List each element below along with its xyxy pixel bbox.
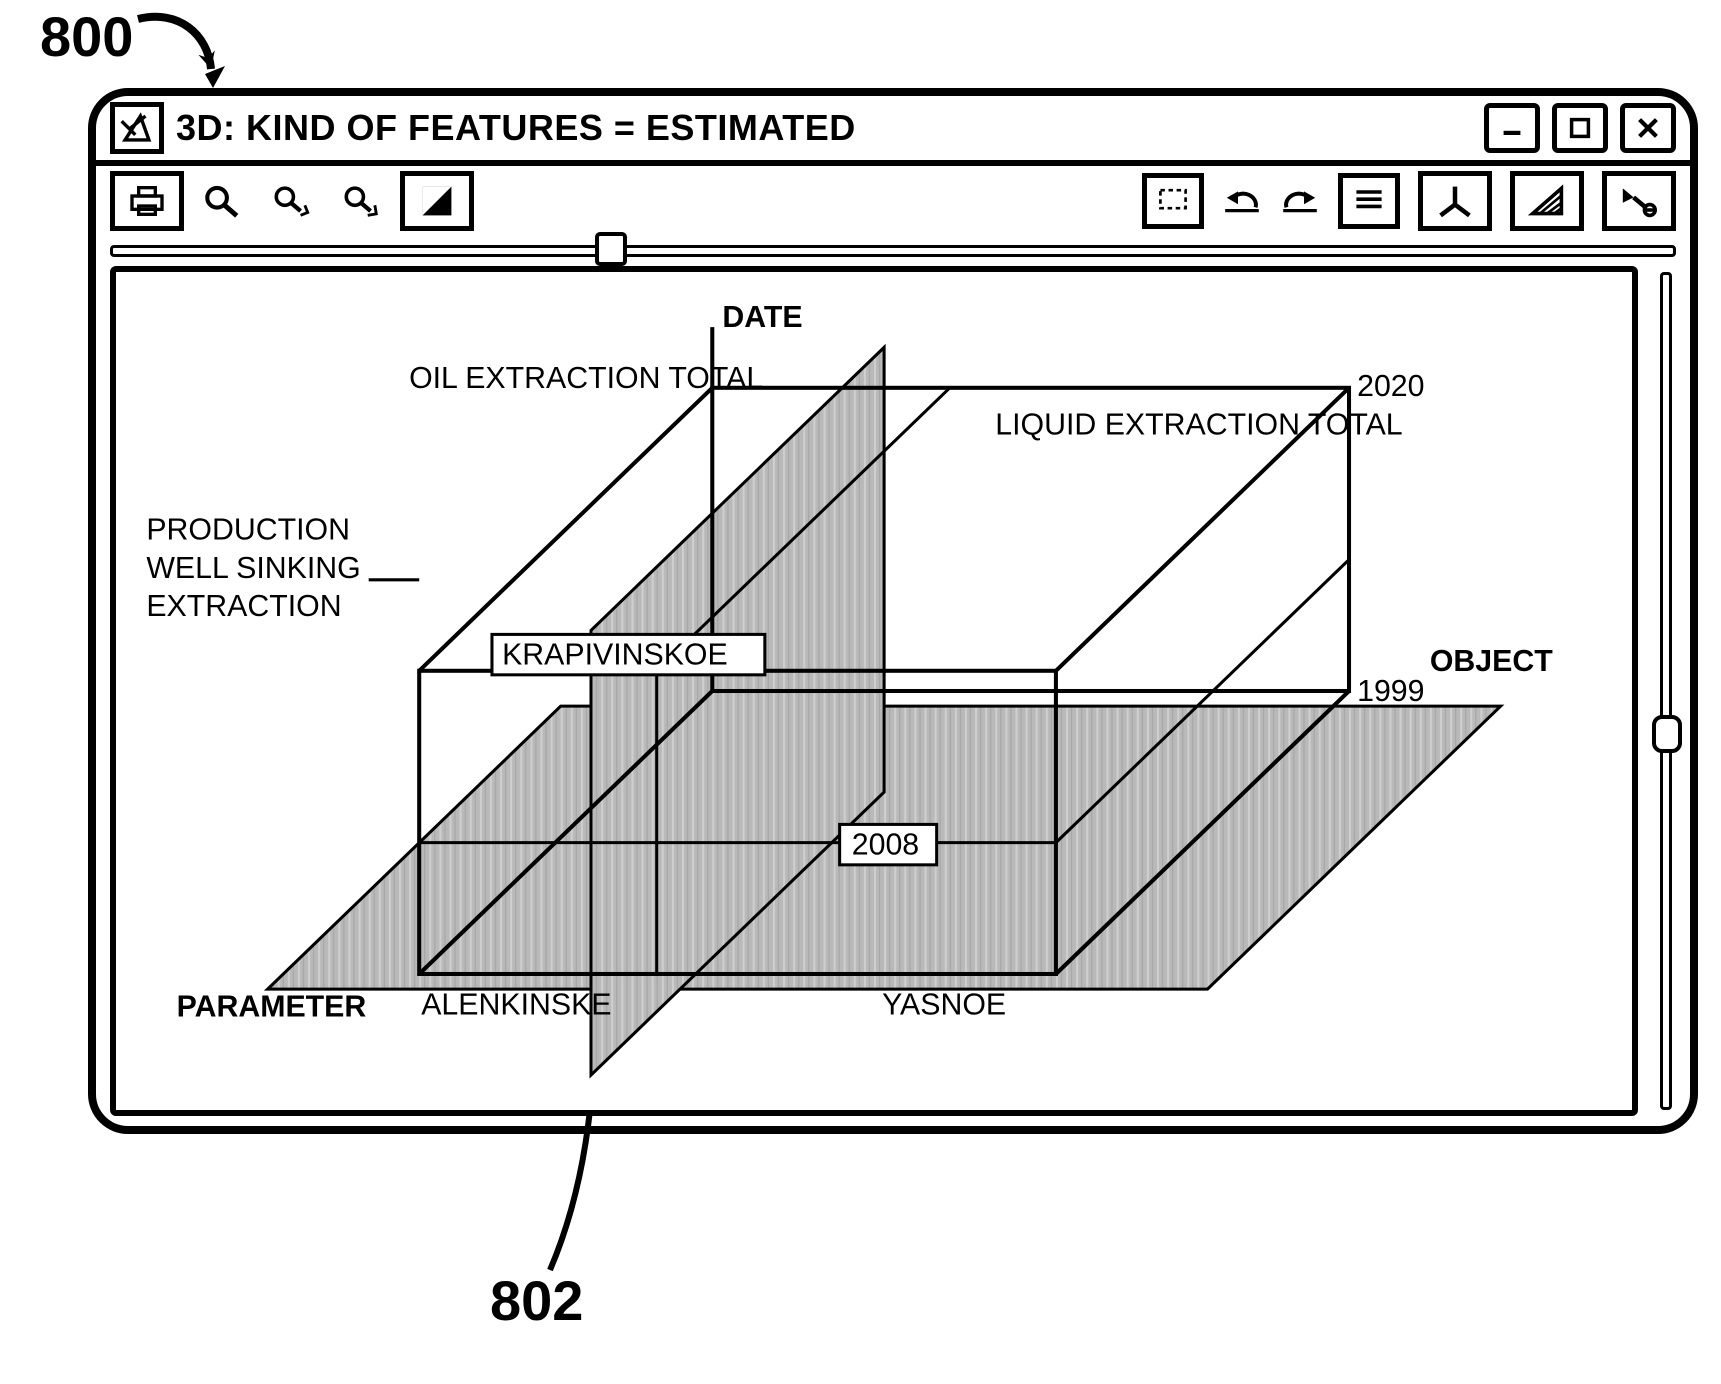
param-back-left: OIL EXTRACTION TOTAL	[409, 362, 763, 395]
slice-figure-number: 802	[490, 1268, 583, 1333]
object-slice: KRAPIVINSKOE	[502, 639, 728, 672]
window-title: 3D: KIND OF FEATURES = ESTIMATED	[176, 107, 856, 149]
redo-button[interactable]	[1280, 176, 1320, 226]
lines-button[interactable]	[1338, 173, 1400, 229]
date-slice: 2008	[852, 829, 919, 862]
param-side-3: EXTRACTION	[146, 590, 341, 623]
reset-zoom-button[interactable]	[1602, 171, 1676, 231]
maximize-button[interactable]	[1552, 103, 1608, 153]
param-side-1: PRODUCTION	[146, 513, 350, 546]
date-bottom: 1999	[1357, 675, 1424, 708]
axes-button[interactable]	[1418, 171, 1492, 231]
minimize-button[interactable]	[1484, 103, 1540, 153]
undo-button[interactable]	[1222, 176, 1262, 226]
object-left: ALENKINSKE	[421, 988, 611, 1021]
axis-date-label: DATE	[722, 301, 802, 334]
zoom-in-button[interactable]	[272, 176, 312, 226]
axis-parameter-label: PARAMETER	[177, 990, 367, 1023]
app-logo-icon	[110, 102, 164, 154]
arrow-icon	[133, 4, 233, 94]
select-box-button[interactable]	[1142, 173, 1204, 229]
wedge-button[interactable]	[1510, 171, 1584, 231]
axis-object-label: OBJECT	[1430, 645, 1553, 678]
param-back-right: LIQUID EXTRACTION TOTAL	[995, 408, 1402, 441]
zoom-out-button[interactable]	[342, 176, 382, 226]
object-right: YASNOE	[882, 988, 1006, 1021]
close-button[interactable]	[1620, 103, 1676, 153]
figure-number: 800	[40, 4, 133, 69]
print-button[interactable]	[110, 171, 184, 231]
app-window: 3D: KIND OF FEATURES = ESTIMATED	[88, 88, 1698, 1134]
titlebar: 3D: KIND OF FEATURES = ESTIMATED	[96, 96, 1690, 166]
horizontal-slider[interactable]	[110, 236, 1676, 260]
viewport-3d[interactable]: DATE OIL EXTRACTION TOTAL 2020 LIQUID EX…	[110, 266, 1638, 1116]
vertical-slider[interactable]	[1648, 266, 1682, 1116]
contrast-button[interactable]	[400, 171, 474, 231]
date-top: 2020	[1357, 370, 1424, 403]
param-side-2: WELL SINKING	[146, 552, 360, 585]
toolbar	[96, 166, 1690, 236]
zoom-button[interactable]	[202, 176, 242, 226]
